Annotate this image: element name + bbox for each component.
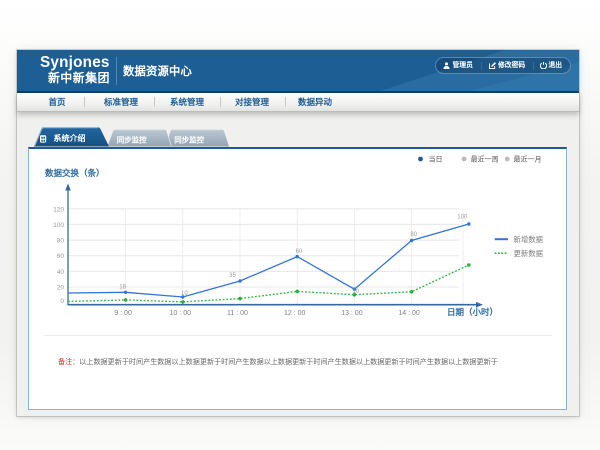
- svg-text:13 : 00: 13 : 00: [341, 310, 363, 317]
- svg-text:80: 80: [410, 232, 417, 238]
- svg-text:80: 80: [57, 238, 65, 245]
- svg-text:数据交换（条）: 数据交换（条）: [45, 168, 105, 178]
- svg-text:0: 0: [60, 298, 64, 305]
- svg-text:11 : 00: 11 : 00: [227, 310, 248, 317]
- svg-text:20: 20: [57, 285, 65, 292]
- svg-text:60: 60: [57, 253, 65, 260]
- svg-text:同步监控: 同步监控: [117, 134, 147, 144]
- svg-text:18: 18: [119, 285, 126, 291]
- svg-text:14 : 00: 14 : 00: [398, 310, 420, 317]
- svg-text:10: 10: [352, 289, 359, 295]
- svg-text:10 : 00: 10 : 00: [170, 310, 192, 317]
- svg-text:100: 100: [457, 215, 468, 221]
- svg-text:最近一周: 最近一周: [471, 155, 499, 164]
- svg-text:10: 10: [181, 291, 188, 297]
- svg-text:最近一月: 最近一月: [514, 155, 542, 164]
- svg-text:40: 40: [57, 269, 65, 276]
- svg-text:9 : 00: 9 : 00: [114, 310, 132, 317]
- svg-text:系统介绍: 系统介绍: [54, 133, 86, 143]
- svg-text:同步监控: 同步监控: [174, 134, 204, 144]
- svg-text:日期（小时）: 日期（小时）: [447, 307, 498, 317]
- svg-text:12 : 00: 12 : 00: [284, 310, 306, 317]
- svg-text:当日: 当日: [429, 155, 443, 164]
- svg-text:35: 35: [229, 273, 236, 279]
- svg-text:120: 120: [53, 206, 64, 213]
- svg-text:新增数据: 新增数据: [514, 235, 544, 244]
- svg-text:60: 60: [296, 249, 303, 255]
- svg-text:更新数据: 更新数据: [514, 249, 544, 258]
- svg-text:100: 100: [53, 222, 64, 229]
